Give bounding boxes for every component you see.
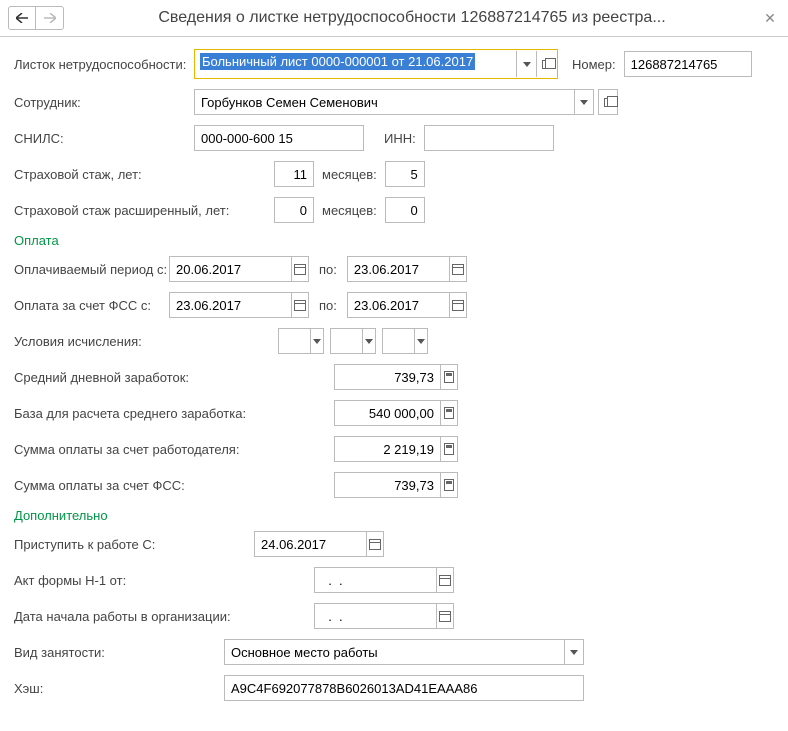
avg-daily-label: Средний дневной заработок: bbox=[14, 370, 334, 385]
employer-sum-input[interactable] bbox=[335, 437, 440, 461]
fss-sum-calc[interactable] bbox=[440, 473, 457, 497]
fss-to-label: по: bbox=[319, 298, 337, 313]
paid-to-calendar[interactable] bbox=[449, 257, 466, 281]
employer-sum-label: Сумма оплаты за счет работодателя: bbox=[14, 442, 334, 457]
open-icon bbox=[604, 98, 613, 107]
calculator-icon bbox=[444, 407, 454, 419]
ins-months-label: месяцев: bbox=[322, 167, 377, 182]
emp-type-input[interactable] bbox=[225, 640, 564, 664]
fss-from-label: Оплата за счет ФСС с: bbox=[14, 298, 169, 313]
number-input[interactable] bbox=[625, 52, 751, 76]
calc-cond-3-dropdown[interactable] bbox=[414, 329, 427, 353]
fss-from-input[interactable] bbox=[170, 293, 291, 317]
snils-input[interactable] bbox=[195, 126, 363, 150]
inn-label: ИНН: bbox=[384, 131, 424, 146]
calculator-icon bbox=[444, 371, 454, 383]
emp-type-label: Вид занятости: bbox=[14, 645, 224, 660]
calc-cond-2-input[interactable] bbox=[331, 329, 362, 353]
snils-label: СНИЛС: bbox=[14, 131, 194, 146]
sickleave-input[interactable]: Больничный лист 0000-000001 от 21.06.201… bbox=[200, 53, 475, 70]
calc-cond-1-dropdown[interactable] bbox=[310, 329, 323, 353]
fss-from-calendar[interactable] bbox=[291, 293, 308, 317]
calculator-icon bbox=[444, 443, 454, 455]
calculator-icon bbox=[444, 479, 454, 491]
org-start-label: Дата начала работы в организации: bbox=[14, 609, 314, 624]
back-to-work-input[interactable] bbox=[255, 532, 366, 556]
calc-cond-2-dropdown[interactable] bbox=[362, 329, 375, 353]
nav-back-button[interactable] bbox=[8, 6, 36, 30]
back-to-work-calendar[interactable] bbox=[366, 532, 383, 556]
ins-months-input[interactable] bbox=[386, 162, 424, 186]
close-button[interactable]: ✕ bbox=[760, 8, 780, 28]
window-title: Сведения о листке нетрудоспособности 126… bbox=[64, 9, 760, 27]
payment-section: Оплата bbox=[14, 233, 774, 248]
act-h1-calendar[interactable] bbox=[436, 568, 453, 592]
employee-input[interactable] bbox=[195, 90, 574, 114]
sickleave-open[interactable] bbox=[536, 51, 556, 77]
ins-ext-months-input[interactable] bbox=[386, 198, 424, 222]
calendar-icon bbox=[452, 264, 464, 275]
fss-to-input[interactable] bbox=[348, 293, 449, 317]
base-avg-calc[interactable] bbox=[440, 401, 457, 425]
act-h1-input[interactable] bbox=[315, 568, 436, 592]
paid-to-label: по: bbox=[319, 262, 337, 277]
calendar-icon bbox=[369, 539, 381, 550]
calendar-icon bbox=[294, 300, 306, 311]
ins-ext-months-label: месяцев: bbox=[322, 203, 377, 218]
nav-forward-button[interactable] bbox=[36, 6, 64, 30]
inn-input[interactable] bbox=[425, 126, 553, 150]
paid-from-label: Оплачиваемый период с: bbox=[14, 262, 169, 277]
fss-sum-input[interactable] bbox=[335, 473, 440, 497]
org-start-input[interactable] bbox=[315, 604, 436, 628]
fss-to-calendar[interactable] bbox=[449, 293, 466, 317]
employee-label: Сотрудник: bbox=[14, 95, 194, 110]
employee-dropdown[interactable] bbox=[574, 90, 593, 114]
back-to-work-label: Приступить к работе С: bbox=[14, 537, 254, 552]
avg-daily-input[interactable] bbox=[335, 365, 440, 389]
employer-sum-calc[interactable] bbox=[440, 437, 457, 461]
calendar-icon bbox=[452, 300, 464, 311]
calendar-icon bbox=[294, 264, 306, 275]
calendar-icon bbox=[439, 611, 451, 622]
act-h1-label: Акт формы Н-1 от: bbox=[14, 573, 314, 588]
calendar-icon bbox=[439, 575, 451, 586]
ins-ext-years-label: Страховой стаж расширенный, лет: bbox=[14, 203, 274, 218]
hash-input[interactable] bbox=[225, 676, 583, 700]
base-avg-label: База для расчета среднего заработка: bbox=[14, 406, 334, 421]
avg-daily-calc[interactable] bbox=[440, 365, 457, 389]
paid-to-input[interactable] bbox=[348, 257, 449, 281]
open-icon bbox=[542, 60, 551, 69]
calc-cond-1-input[interactable] bbox=[279, 329, 310, 353]
calc-cond-3-input[interactable] bbox=[383, 329, 414, 353]
emp-type-dropdown[interactable] bbox=[564, 640, 583, 664]
paid-from-input[interactable] bbox=[170, 257, 291, 281]
ins-years-input[interactable] bbox=[275, 162, 313, 186]
hash-label: Хэш: bbox=[14, 681, 224, 696]
ins-ext-years-input[interactable] bbox=[275, 198, 313, 222]
sickleave-dropdown[interactable] bbox=[516, 51, 536, 77]
base-avg-input[interactable] bbox=[335, 401, 440, 425]
org-start-calendar[interactable] bbox=[436, 604, 453, 628]
paid-from-calendar[interactable] bbox=[291, 257, 308, 281]
additional-section: Дополнительно bbox=[14, 508, 774, 523]
fss-sum-label: Сумма оплаты за счет ФСС: bbox=[14, 478, 334, 493]
number-label: Номер: bbox=[572, 57, 616, 72]
calc-cond-label: Условия исчисления: bbox=[14, 334, 278, 349]
sickleave-label: Листок нетрудоспособности: bbox=[14, 57, 194, 72]
ins-years-label: Страховой стаж, лет: bbox=[14, 167, 274, 182]
employee-open[interactable] bbox=[598, 89, 618, 115]
